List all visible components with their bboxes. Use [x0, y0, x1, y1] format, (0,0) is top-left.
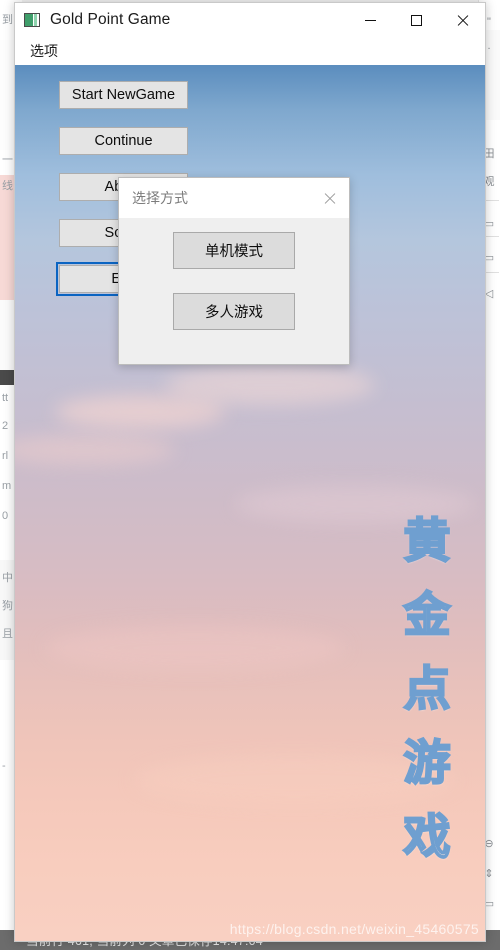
app-icon [24, 13, 40, 27]
watermark-text: https://blog.csdn.net/weixin_45460575 [229, 921, 479, 937]
maximize-button[interactable] [393, 3, 439, 37]
dialog-mode-button[interactable]: 多人游戏 [173, 293, 295, 330]
window-title-bar: Gold Point Game [15, 3, 485, 37]
window-controls [347, 3, 485, 37]
maximize-icon [410, 14, 422, 26]
minimize-icon [364, 19, 376, 21]
cloud-decoration [15, 435, 175, 465]
dialog-close-button[interactable] [309, 178, 349, 218]
game-menu-button[interactable]: Start NewGame [59, 81, 188, 109]
cloud-decoration [45, 625, 345, 671]
dialog-title: 选择方式 [132, 190, 188, 206]
game-menu-button[interactable]: Continue [59, 127, 188, 155]
game-canvas: Start NewGameContinueAboutScoreExit 黄金点游… [15, 65, 485, 941]
dialog-mode-button[interactable]: 单机模式 [173, 232, 295, 269]
cloud-decoration [55, 395, 225, 429]
vertical-title-char: 金 [402, 587, 451, 644]
app-window: Gold Point Game 选项 Start NewGame Continu… [14, 2, 486, 942]
close-icon [456, 14, 469, 27]
vertical-title-char: 黄 [402, 513, 451, 570]
dialog-title-bar: 选择方式 [119, 178, 349, 218]
dialog-body: 单机模式 多人游戏 [119, 218, 349, 330]
menu-item-options[interactable]: 选项 [26, 39, 62, 63]
game-vertical-title: 黄金点游戏 [395, 505, 459, 875]
close-button[interactable] [439, 3, 485, 37]
vertical-title-char: 点 [402, 661, 451, 718]
minimize-button[interactable] [347, 3, 393, 37]
window-title: Gold Point Game [50, 11, 171, 28]
mode-select-dialog: 选择方式 单机模式多人游戏 [118, 177, 350, 365]
vertical-title-char: 戏 [402, 809, 451, 866]
menu-bar: 选项 [15, 37, 485, 65]
close-icon [323, 192, 336, 205]
cloud-decoration [165, 365, 375, 405]
vertical-title-char: 游 [402, 735, 451, 792]
screen-root: 到一线tt2rlm0中狗且- ".田观▭▭◁⊖⇕▭ 当前行 461, 当前列 0… [0, 0, 500, 950]
